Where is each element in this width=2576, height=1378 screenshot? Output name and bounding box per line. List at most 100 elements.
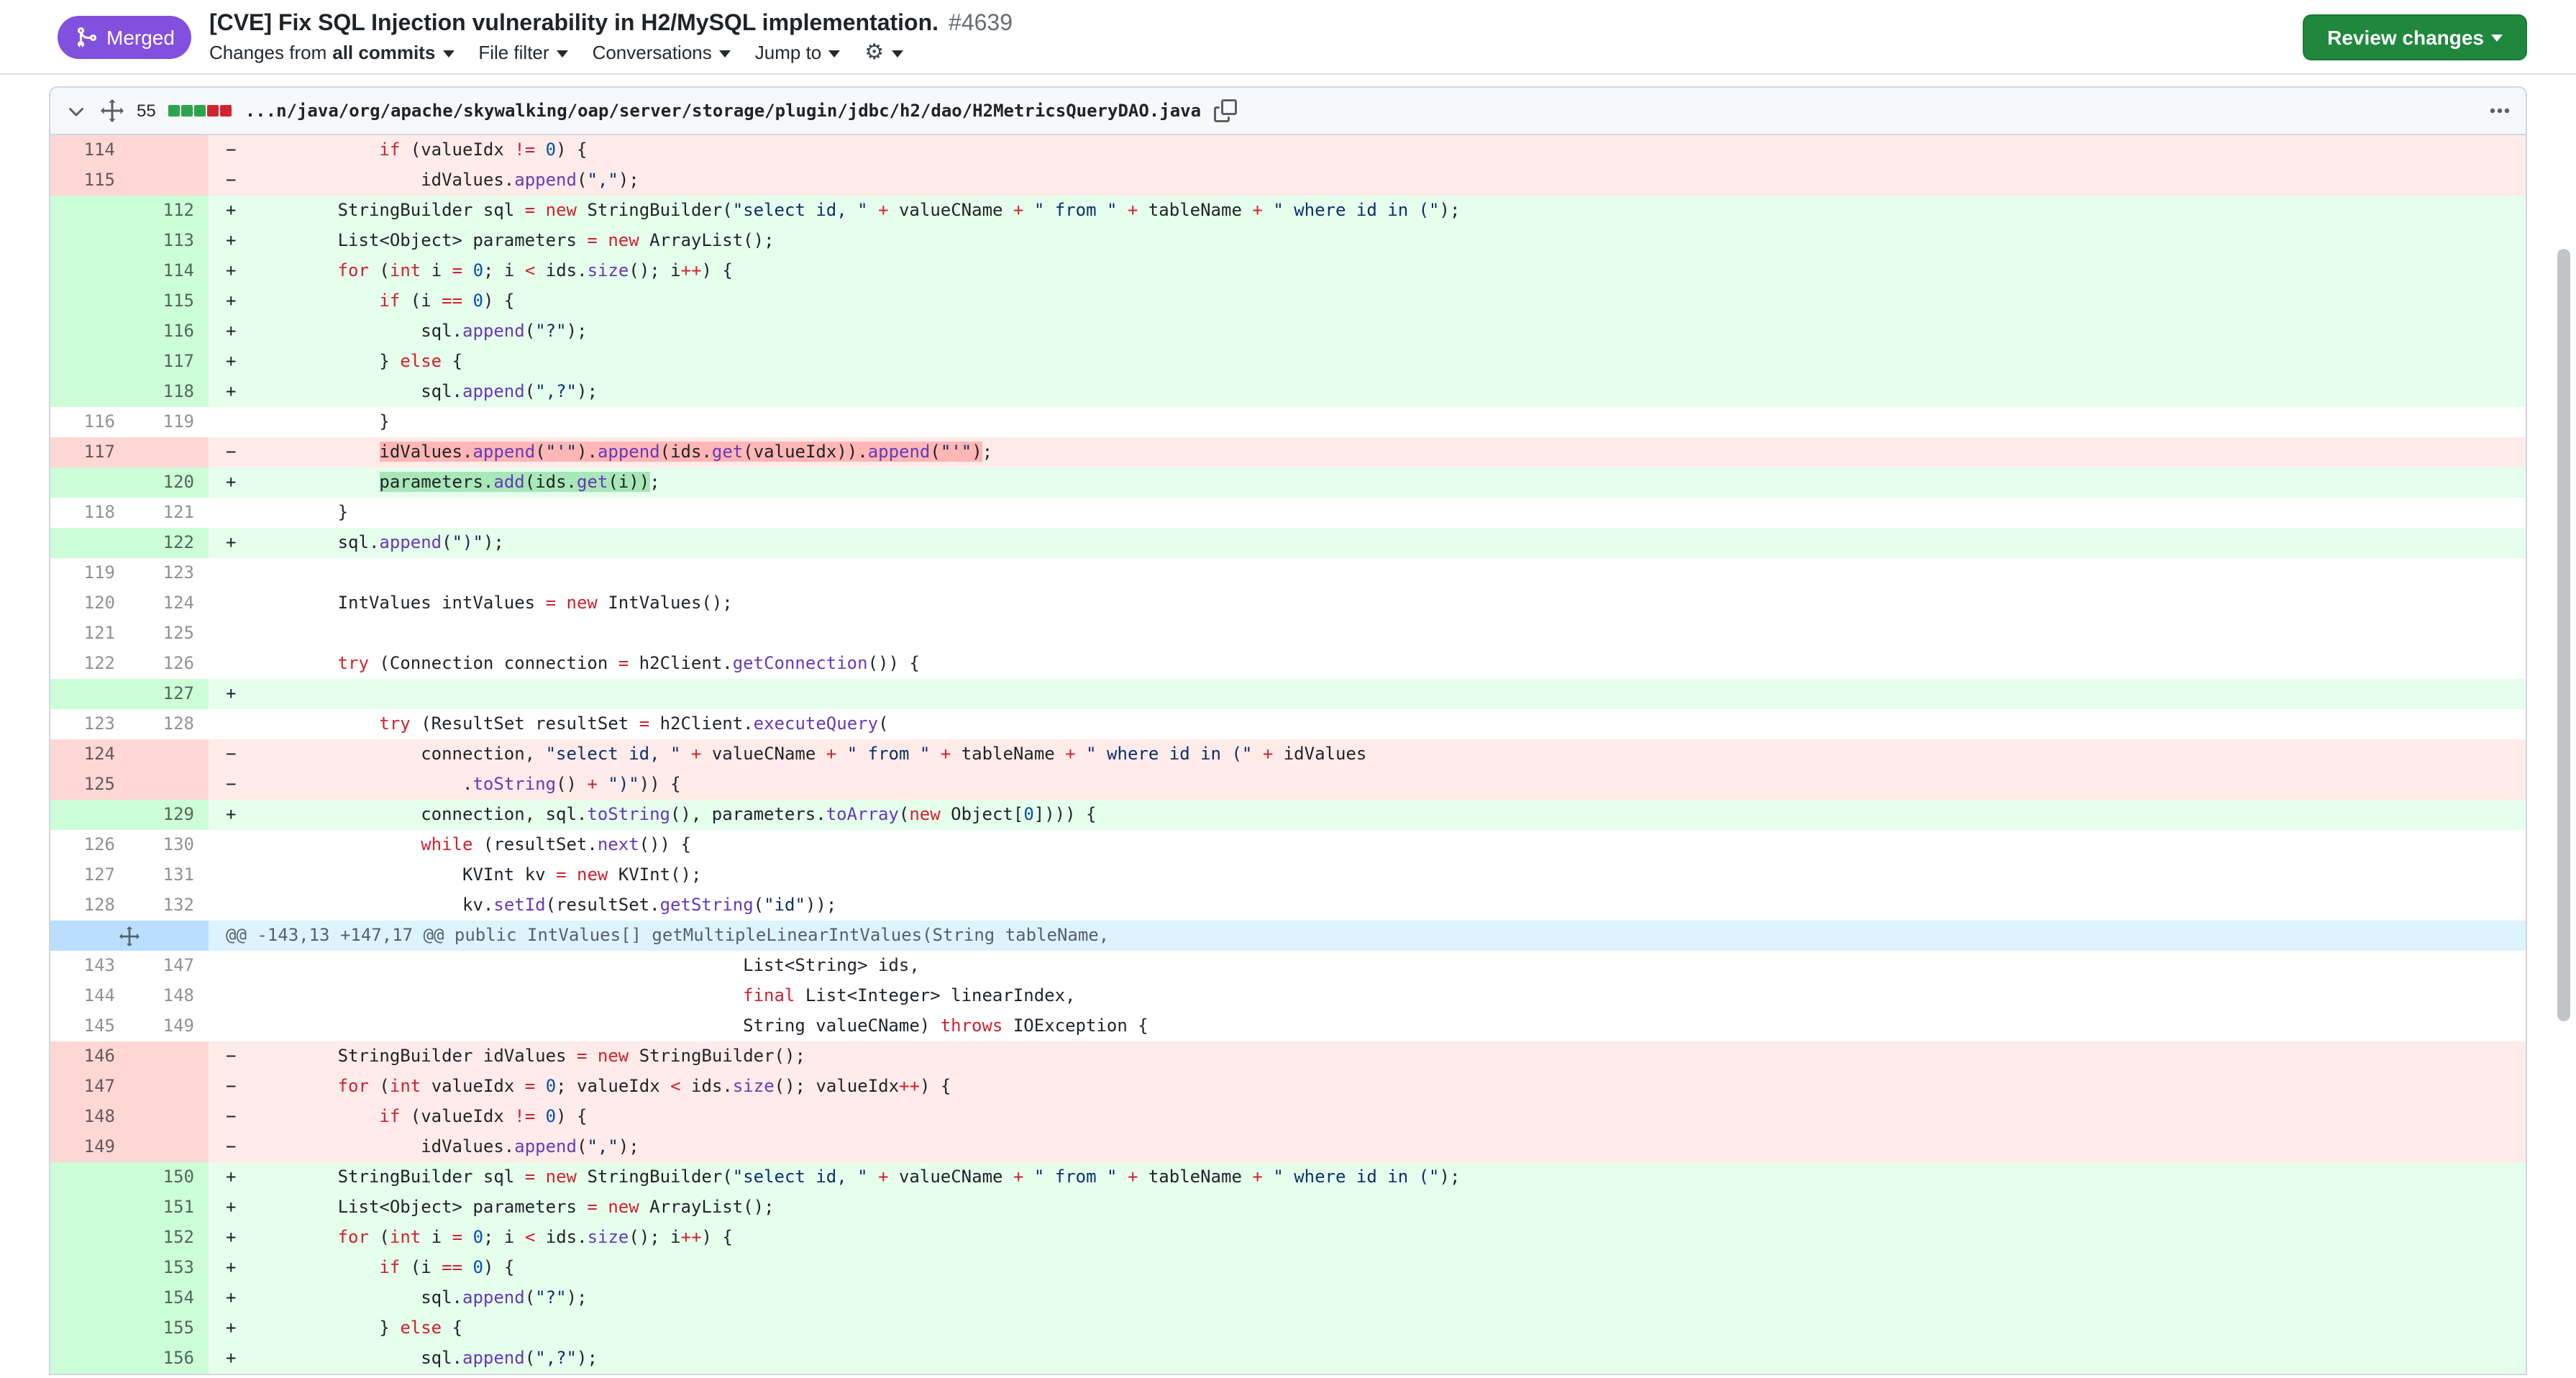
- code-line: − if (valueIdx != 0) {: [209, 1102, 2526, 1132]
- new-line-number[interactable]: 127: [129, 679, 209, 709]
- new-line-number[interactable]: [129, 135, 209, 165]
- new-line-number[interactable]: 153: [129, 1253, 209, 1283]
- new-line-number[interactable]: 149: [129, 1011, 209, 1041]
- new-line-number[interactable]: 119: [129, 407, 209, 437]
- file-drag-handle[interactable]: [101, 99, 124, 122]
- old-line-number[interactable]: 127: [50, 860, 129, 890]
- old-line-number[interactable]: [50, 1313, 129, 1343]
- hunk-drag-handle[interactable]: [50, 921, 209, 951]
- old-line-number[interactable]: 128: [50, 890, 129, 921]
- diff-row: 150+ StringBuilder sql = new StringBuild…: [50, 1162, 2526, 1192]
- old-line-number[interactable]: 123: [50, 709, 129, 739]
- old-line-number[interactable]: [50, 1162, 129, 1192]
- old-line-number[interactable]: 148: [50, 1102, 129, 1132]
- new-line-number[interactable]: [129, 1072, 209, 1102]
- new-line-number[interactable]: 147: [129, 951, 209, 981]
- new-line-number[interactable]: 131: [129, 860, 209, 890]
- code-line: + sql.append(",?");: [209, 1343, 2526, 1374]
- old-line-number[interactable]: [50, 679, 129, 709]
- old-line-number[interactable]: [50, 286, 129, 316]
- old-line-number[interactable]: 126: [50, 830, 129, 860]
- new-line-number[interactable]: 122: [129, 528, 209, 558]
- file-filter-dropdown[interactable]: File filter: [478, 41, 567, 63]
- old-line-number[interactable]: [50, 256, 129, 286]
- new-line-number[interactable]: 148: [129, 981, 209, 1011]
- new-line-number[interactable]: 118: [129, 377, 209, 407]
- new-line-number[interactable]: 129: [129, 800, 209, 830]
- old-line-number[interactable]: 146: [50, 1041, 129, 1072]
- new-line-number[interactable]: [129, 165, 209, 196]
- jump-to-dropdown[interactable]: Jump to: [755, 41, 841, 63]
- old-line-number[interactable]: [50, 316, 129, 347]
- new-line-number[interactable]: 114: [129, 256, 209, 286]
- new-line-number[interactable]: [129, 1132, 209, 1162]
- old-line-number[interactable]: 149: [50, 1132, 129, 1162]
- old-line-number[interactable]: 116: [50, 407, 129, 437]
- old-line-number[interactable]: 121: [50, 619, 129, 649]
- old-line-number[interactable]: 118: [50, 498, 129, 528]
- old-line-number[interactable]: 125: [50, 770, 129, 800]
- diffstat-block-add: [169, 105, 181, 117]
- old-line-number[interactable]: [50, 1192, 129, 1223]
- new-line-number[interactable]: 150: [129, 1162, 209, 1192]
- new-line-number[interactable]: 117: [129, 347, 209, 377]
- scrollbar-thumb[interactable]: [2557, 249, 2570, 1021]
- diff-settings-dropdown[interactable]: ⚙: [864, 41, 903, 63]
- new-line-number[interactable]: 132: [129, 890, 209, 921]
- new-line-number[interactable]: 113: [129, 226, 209, 256]
- new-line-number[interactable]: 121: [129, 498, 209, 528]
- new-line-number[interactable]: [129, 1102, 209, 1132]
- new-line-number[interactable]: 112: [129, 196, 209, 226]
- file-options-button[interactable]: [2488, 99, 2511, 122]
- review-changes-button[interactable]: Review changes: [2303, 14, 2527, 60]
- old-line-number[interactable]: 144: [50, 981, 129, 1011]
- new-line-number[interactable]: 123: [129, 558, 209, 588]
- old-line-number[interactable]: 145: [50, 1011, 129, 1041]
- conversations-dropdown[interactable]: Conversations: [593, 41, 731, 63]
- old-line-number[interactable]: [50, 528, 129, 558]
- file-path-link[interactable]: ...n/java/org/apache/skywalking/oap/serv…: [245, 101, 1201, 121]
- old-line-number[interactable]: [50, 347, 129, 377]
- old-line-number[interactable]: [50, 1253, 129, 1283]
- old-line-number[interactable]: [50, 800, 129, 830]
- collapse-file-button[interactable]: [65, 99, 88, 122]
- new-line-number[interactable]: 154: [129, 1283, 209, 1313]
- changes-from-dropdown[interactable]: Changes fromall commits: [209, 41, 454, 63]
- old-line-number[interactable]: [50, 1343, 129, 1374]
- old-line-number[interactable]: 143: [50, 951, 129, 981]
- new-line-number[interactable]: 155: [129, 1313, 209, 1343]
- old-line-number[interactable]: 147: [50, 1072, 129, 1102]
- old-line-number[interactable]: [50, 196, 129, 226]
- new-line-number[interactable]: 152: [129, 1223, 209, 1253]
- new-line-number[interactable]: [129, 1041, 209, 1072]
- new-line-number[interactable]: [129, 770, 209, 800]
- new-line-number[interactable]: 126: [129, 649, 209, 679]
- code-line: IntValues intValues = new IntValues();: [209, 588, 2526, 619]
- old-line-number[interactable]: 114: [50, 135, 129, 165]
- diff-row: 116+ sql.append("?");: [50, 316, 2526, 347]
- new-line-number[interactable]: 151: [129, 1192, 209, 1223]
- new-line-number[interactable]: 115: [129, 286, 209, 316]
- copy-path-button[interactable]: [1214, 99, 1237, 122]
- old-line-number[interactable]: 119: [50, 558, 129, 588]
- new-line-number[interactable]: [129, 739, 209, 770]
- new-line-number[interactable]: 124: [129, 588, 209, 619]
- old-line-number[interactable]: 124: [50, 739, 129, 770]
- new-line-number[interactable]: 156: [129, 1343, 209, 1374]
- old-line-number[interactable]: [50, 226, 129, 256]
- old-line-number[interactable]: 120: [50, 588, 129, 619]
- old-line-number[interactable]: 117: [50, 437, 129, 467]
- new-line-number[interactable]: 120: [129, 467, 209, 498]
- old-line-number[interactable]: 122: [50, 649, 129, 679]
- new-line-number[interactable]: 130: [129, 830, 209, 860]
- new-line-number[interactable]: [129, 437, 209, 467]
- old-line-number[interactable]: 115: [50, 165, 129, 196]
- old-line-number[interactable]: [50, 1223, 129, 1253]
- new-line-number[interactable]: 128: [129, 709, 209, 739]
- new-line-number[interactable]: 125: [129, 619, 209, 649]
- old-line-number[interactable]: [50, 377, 129, 407]
- diff-row: 123128 try (ResultSet resultSet = h2Clie…: [50, 709, 2526, 739]
- new-line-number[interactable]: 116: [129, 316, 209, 347]
- old-line-number[interactable]: [50, 1283, 129, 1313]
- old-line-number[interactable]: [50, 467, 129, 498]
